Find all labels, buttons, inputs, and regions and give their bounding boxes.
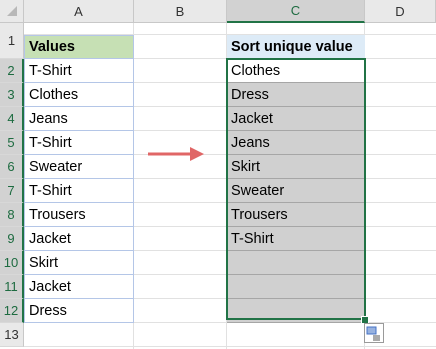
column-header-d[interactable]: D [365, 0, 436, 23]
column-header-a[interactable]: A [24, 0, 134, 23]
values-cell[interactable]: Trousers [24, 203, 134, 227]
select-all-icon [6, 6, 17, 16]
values-cell[interactable]: Dress [24, 299, 134, 323]
row-header-8[interactable]: 8 [0, 203, 24, 227]
values-cell[interactable]: Jacket [24, 275, 134, 299]
quick-analysis-icon [366, 326, 380, 341]
column-header-b[interactable]: B [134, 0, 227, 23]
right-arrow-icon [148, 147, 204, 161]
gridline [24, 346, 436, 347]
values-cell[interactable]: Jeans [24, 107, 134, 131]
row-header-5[interactable]: 5 [0, 131, 24, 155]
values-cell[interactable]: Skirt [24, 251, 134, 275]
row-header-1[interactable]: 1 [0, 23, 24, 59]
row-header-10[interactable]: 10 [0, 251, 24, 275]
row-header-13[interactable]: 13 [0, 323, 24, 347]
row-header-9[interactable]: 9 [0, 227, 24, 251]
row-header-4[interactable]: 4 [0, 107, 24, 131]
values-header-cell[interactable]: Values [24, 35, 134, 59]
quick-analysis-button[interactable] [364, 323, 384, 343]
values-cell[interactable]: Clothes [24, 83, 134, 107]
values-cell[interactable]: Jacket [24, 227, 134, 251]
row-header-7[interactable]: 7 [0, 179, 24, 203]
sort-unique-header-cell[interactable]: Sort unique value [227, 35, 365, 59]
selection-range[interactable] [226, 58, 366, 320]
row-header-11[interactable]: 11 [0, 275, 24, 299]
row-header-3[interactable]: 3 [0, 83, 24, 107]
column-header-c[interactable]: C [227, 0, 365, 23]
values-cell[interactable]: T-Shirt [24, 59, 134, 83]
values-cell[interactable]: T-Shirt [24, 179, 134, 203]
select-all-corner[interactable] [0, 0, 24, 23]
row-header-12[interactable]: 12 [0, 299, 24, 323]
row-header-6[interactable]: 6 [0, 155, 24, 179]
values-cell[interactable]: Sweater [24, 155, 134, 179]
values-cell[interactable]: T-Shirt [24, 131, 134, 155]
row-header-2[interactable]: 2 [0, 59, 24, 83]
